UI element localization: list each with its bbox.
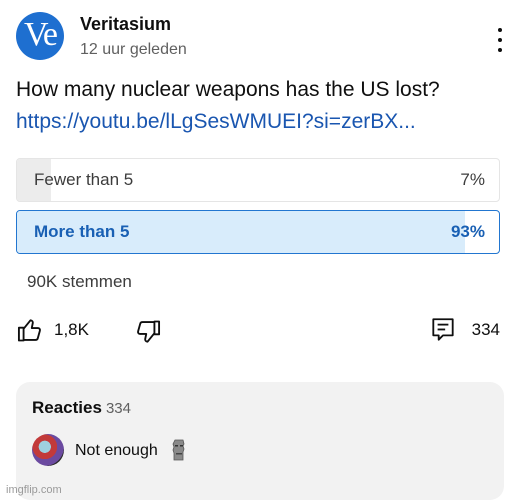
watermark: imgflip.com bbox=[6, 484, 62, 496]
avatar-logo-text: Ve bbox=[24, 16, 58, 53]
post-header: Ve Veritasium 12 uur geleden bbox=[14, 10, 510, 62]
more-vert-icon[interactable] bbox=[490, 26, 510, 54]
comments-title: Reacties bbox=[32, 398, 102, 417]
poll-question: How many nuclear weapons has the US lost… bbox=[16, 78, 440, 101]
comment-count: 334 bbox=[471, 320, 500, 339]
moai-emoji bbox=[172, 439, 185, 461]
channel-avatar[interactable]: Ve bbox=[16, 12, 64, 60]
action-bar: 1,8K 334 bbox=[16, 316, 500, 350]
top-comment-text: Not enough bbox=[75, 442, 158, 459]
channel-name[interactable]: Veritasium bbox=[80, 14, 171, 35]
comments-header-count: 334 bbox=[105, 400, 131, 417]
comments-button[interactable]: 334 bbox=[430, 316, 500, 344]
comments-header: Reacties 334 bbox=[32, 398, 131, 418]
post-timestamp: 12 uur geleden bbox=[80, 41, 187, 58]
commenter-avatar[interactable] bbox=[32, 434, 64, 466]
like-count: 1,8K bbox=[54, 320, 89, 339]
thumb-up-icon bbox=[17, 319, 41, 342]
comments-panel[interactable]: Reacties 334 Not enough bbox=[16, 382, 504, 500]
like-button[interactable]: 1,8K bbox=[16, 316, 89, 344]
vote-count: 90K stemmen bbox=[27, 272, 132, 291]
poll-option-percent: 93% bbox=[450, 222, 485, 241]
poll-option-more-than-5[interactable]: More than 5 93% bbox=[16, 210, 500, 254]
poll-option-label: Fewer than 5 bbox=[34, 170, 134, 189]
poll-option-percent: 7% bbox=[460, 170, 485, 189]
video-link[interactable]: https://youtu.be/lLgSesWMUEI?si=zerBX... bbox=[16, 110, 416, 134]
poll-option-label: More than 5 bbox=[34, 222, 130, 241]
poll-option-fewer-than-5[interactable]: Fewer than 5 7% bbox=[16, 158, 500, 202]
comment-icon bbox=[432, 318, 454, 341]
thumb-down-icon bbox=[137, 320, 161, 343]
dislike-button[interactable] bbox=[134, 318, 162, 351]
